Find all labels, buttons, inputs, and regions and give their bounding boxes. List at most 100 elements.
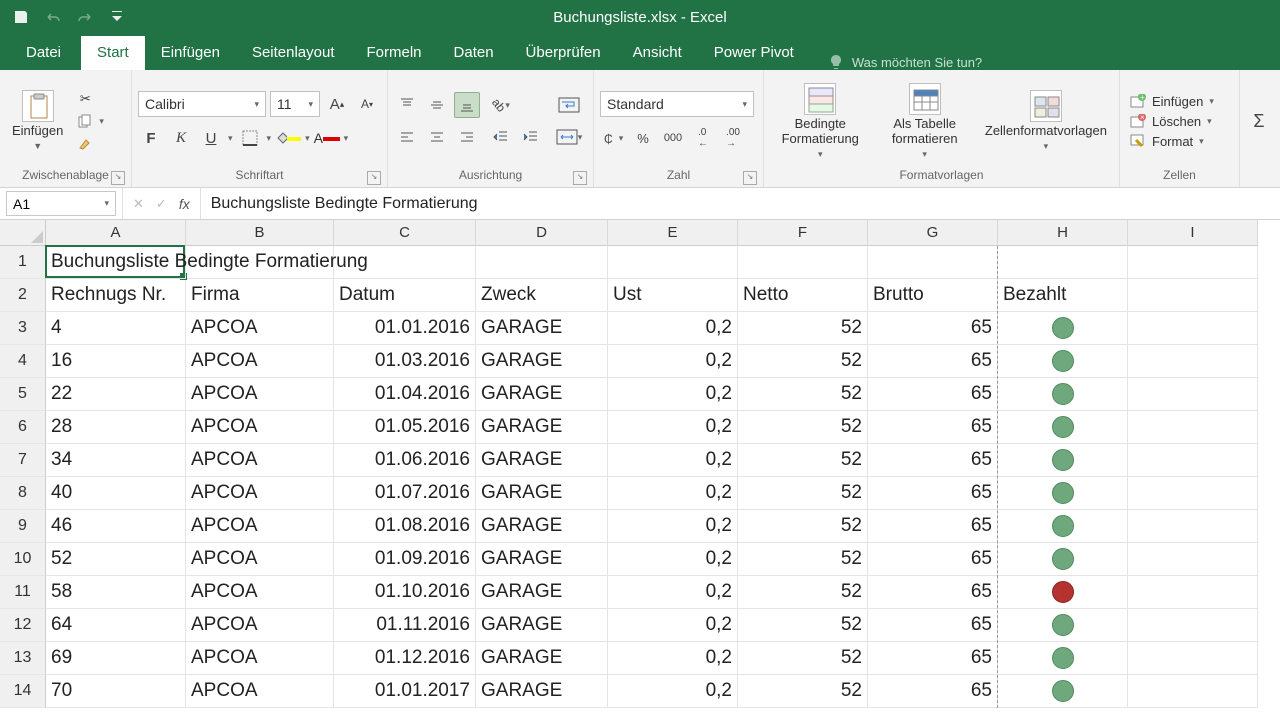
cell[interactable] — [738, 246, 868, 279]
cell[interactable]: 70 — [46, 675, 186, 708]
cell[interactable]: 0,2 — [608, 312, 738, 345]
cell[interactable]: 58 — [46, 576, 186, 609]
cell[interactable]: 65 — [868, 576, 998, 609]
cell[interactable]: GARAGE — [476, 444, 608, 477]
cell[interactable]: 52 — [738, 411, 868, 444]
merge-center-button[interactable]: ▾ — [552, 124, 586, 150]
cell[interactable] — [998, 378, 1128, 411]
cell[interactable]: APCOA — [186, 411, 334, 444]
cell[interactable]: 0,2 — [608, 444, 738, 477]
cell[interactable]: 0,2 — [608, 477, 738, 510]
delete-cells-button[interactable]: ×Löschen ▾ — [1126, 113, 1218, 129]
row-header[interactable]: 7 — [0, 444, 46, 477]
alignment-dialog-launcher[interactable]: ↘ — [573, 171, 587, 185]
row-header[interactable]: 12 — [0, 609, 46, 642]
cell[interactable] — [998, 642, 1128, 675]
cell[interactable]: APCOA — [186, 477, 334, 510]
cell[interactable]: 01.03.2016 — [334, 345, 476, 378]
cell[interactable]: 65 — [868, 543, 998, 576]
cell[interactable]: Bezahlt — [998, 279, 1128, 312]
decrease-decimal-button[interactable]: .00→ — [720, 125, 746, 151]
cell[interactable]: 40 — [46, 477, 186, 510]
cell[interactable]: GARAGE — [476, 477, 608, 510]
shrink-font-button[interactable]: A▾ — [354, 91, 380, 117]
tab-review[interactable]: Überprüfen — [510, 36, 617, 70]
decrease-indent-button[interactable] — [488, 124, 514, 150]
borders-button[interactable] — [237, 125, 263, 151]
increase-decimal-button[interactable]: .0← — [690, 125, 716, 151]
tab-home[interactable]: Start — [81, 36, 145, 70]
cell[interactable]: 52 — [738, 675, 868, 708]
cell[interactable]: Netto — [738, 279, 868, 312]
cell[interactable]: 0,2 — [608, 411, 738, 444]
cell[interactable] — [998, 345, 1128, 378]
clipboard-dialog-launcher[interactable]: ↘ — [111, 171, 125, 185]
cell[interactable]: GARAGE — [476, 510, 608, 543]
cell[interactable]: 01.12.2016 — [334, 642, 476, 675]
save-icon[interactable] — [10, 6, 32, 28]
number-format-combo[interactable]: Standard▾ — [600, 91, 754, 117]
undo-icon[interactable] — [42, 6, 64, 28]
cell[interactable]: Datum — [334, 279, 476, 312]
cell[interactable] — [1128, 246, 1258, 279]
cell[interactable]: 65 — [868, 642, 998, 675]
row-header[interactable]: 3 — [0, 312, 46, 345]
underline-button[interactable]: U — [198, 125, 224, 151]
col-header-E[interactable]: E — [608, 220, 738, 246]
col-header-H[interactable]: H — [998, 220, 1128, 246]
cell[interactable]: 0,2 — [608, 378, 738, 411]
cell[interactable]: 52 — [738, 642, 868, 675]
cell[interactable] — [1128, 378, 1258, 411]
cell[interactable] — [1128, 312, 1258, 345]
cell[interactable] — [998, 312, 1128, 345]
tab-formulas[interactable]: Formeln — [351, 36, 438, 70]
cell[interactable]: 65 — [868, 609, 998, 642]
cell[interactable]: 65 — [868, 675, 998, 708]
cell[interactable] — [1128, 477, 1258, 510]
cell[interactable] — [1128, 543, 1258, 576]
cell[interactable]: 69 — [46, 642, 186, 675]
name-box[interactable]: A1▾ — [6, 191, 116, 216]
col-header-B[interactable]: B — [186, 220, 334, 246]
underline-menu[interactable]: ▾ — [228, 133, 233, 144]
cut-button[interactable]: ✂ — [73, 91, 108, 107]
cell[interactable]: APCOA — [186, 345, 334, 378]
cell[interactable] — [998, 543, 1128, 576]
cell[interactable]: 0,2 — [608, 675, 738, 708]
row-header[interactable]: 10 — [0, 543, 46, 576]
cell[interactable]: APCOA — [186, 543, 334, 576]
col-header-I[interactable]: I — [1128, 220, 1258, 246]
cell[interactable]: GARAGE — [476, 675, 608, 708]
cell[interactable]: 52 — [738, 345, 868, 378]
cell[interactable]: 01.01.2017 — [334, 675, 476, 708]
paste-button[interactable]: Einfügen ▼ — [6, 88, 69, 153]
insert-function-button[interactable]: fx — [179, 196, 190, 212]
cell[interactable]: APCOA — [186, 576, 334, 609]
cell[interactable]: 01.04.2016 — [334, 378, 476, 411]
cell[interactable] — [1128, 444, 1258, 477]
cell[interactable] — [868, 246, 998, 279]
row-header[interactable]: 4 — [0, 345, 46, 378]
cell[interactable]: 01.08.2016 — [334, 510, 476, 543]
tab-insert[interactable]: Einfügen — [145, 36, 236, 70]
tell-me-search[interactable]: Was möchten Sie tun? — [828, 54, 982, 70]
cell[interactable]: 52 — [738, 378, 868, 411]
increase-indent-button[interactable] — [518, 124, 544, 150]
row-header[interactable]: 14 — [0, 675, 46, 708]
cell[interactable]: GARAGE — [476, 576, 608, 609]
cell-styles-button[interactable]: Zellenformatvorlagen▾ — [979, 88, 1113, 153]
cell[interactable] — [998, 675, 1128, 708]
fill-color-menu[interactable]: ▾ — [305, 133, 310, 144]
percent-format-button[interactable]: % — [630, 125, 656, 151]
formula-input[interactable]: Buchungsliste Bedingte Formatierung — [201, 195, 1280, 213]
qat-customize-icon[interactable] — [106, 6, 128, 28]
cell[interactable]: 16 — [46, 345, 186, 378]
align-center-button[interactable] — [424, 124, 450, 150]
tab-page-layout[interactable]: Seitenlayout — [236, 36, 351, 70]
cell[interactable]: 64 — [46, 609, 186, 642]
col-header-F[interactable]: F — [738, 220, 868, 246]
cell[interactable]: 65 — [868, 477, 998, 510]
cancel-formula-icon[interactable]: ✕ — [133, 196, 144, 212]
cell[interactable]: 22 — [46, 378, 186, 411]
cell[interactable]: GARAGE — [476, 345, 608, 378]
